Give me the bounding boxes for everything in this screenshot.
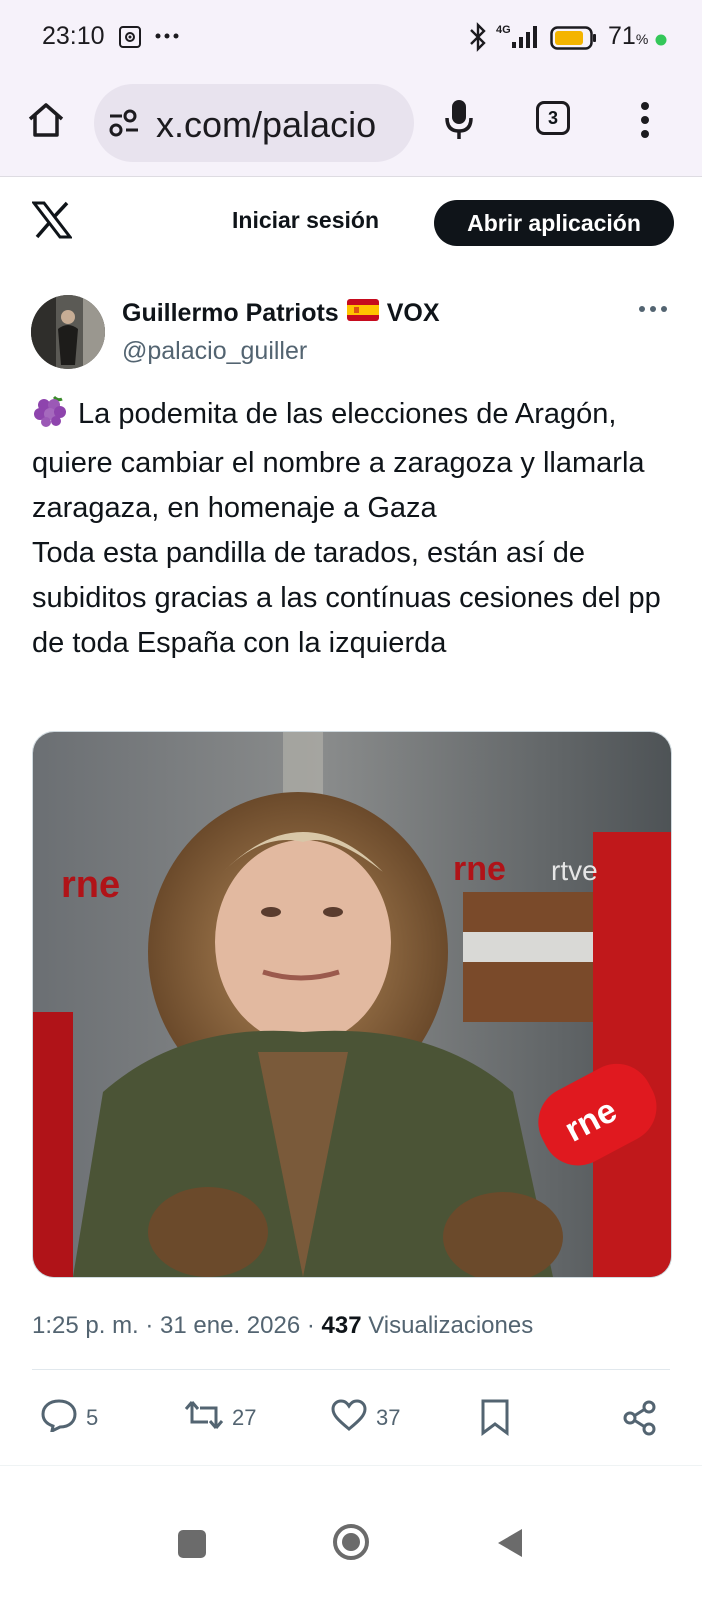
bluetooth-icon	[468, 22, 488, 57]
tweet-image[interactable]: rne rne rtve rne	[32, 731, 672, 1278]
like-button[interactable]: 37	[330, 1398, 400, 1438]
tweet-text: La podemita de las elecciones de Aragón,…	[32, 392, 672, 666]
author-handle[interactable]: @palacio_guiller	[122, 337, 307, 366]
tab-switcher-button[interactable]: 3	[536, 101, 570, 135]
reply-button[interactable]: 5	[40, 1398, 98, 1438]
browser-menu-icon[interactable]	[640, 100, 650, 145]
screen-record-icon	[118, 25, 142, 54]
author-avatar[interactable]	[31, 295, 105, 369]
rne-logo-left: rne	[61, 864, 120, 906]
network-type-label: 4G	[496, 24, 511, 36]
tweet-meta: 1:25 p. m. · 31 ene. 2026 · 437 Visualiz…	[32, 1312, 533, 1340]
site-settings-icon[interactable]	[108, 108, 140, 143]
share-icon[interactable]	[622, 1400, 658, 1441]
home-icon[interactable]	[26, 100, 66, 145]
recents-icon[interactable]	[178, 1530, 206, 1563]
status-bar: 23:10 4G 71%	[0, 0, 702, 78]
tweet-timestamp[interactable]: 1:25 p. m. · 31 ene. 2026 ·	[32, 1312, 322, 1339]
back-icon[interactable]	[496, 1527, 524, 1564]
repost-icon	[184, 1398, 224, 1438]
login-button[interactable]: Iniciar sesión	[232, 207, 379, 234]
grapes-emoji-icon	[32, 395, 68, 441]
battery-percent: 71%	[608, 22, 649, 50]
views-count: 437	[321, 1312, 362, 1339]
more-options-icon[interactable]	[638, 300, 668, 318]
open-app-button[interactable]: Abrir aplicación	[434, 200, 674, 246]
status-time: 23:10	[42, 22, 105, 50]
home-nav-icon[interactable]	[332, 1523, 370, 1566]
reply-icon	[40, 1398, 78, 1438]
bookmark-icon[interactable]	[480, 1398, 510, 1441]
x-logo-icon[interactable]	[30, 201, 74, 244]
battery-icon	[550, 26, 598, 55]
browser-toolbar: x.com/palacio 3	[0, 78, 702, 177]
divider	[32, 1369, 670, 1370]
heart-icon	[330, 1398, 368, 1438]
repost-button[interactable]: 27	[184, 1398, 256, 1438]
url-bar[interactable]: x.com/palacio	[94, 84, 414, 162]
author-name[interactable]: Guillermo Patriots VOX	[122, 299, 440, 328]
more-notifications-icon	[154, 28, 180, 46]
rtve-logo: rtve	[551, 855, 598, 886]
url-text[interactable]: x.com/palacio	[156, 104, 404, 146]
x-header: Iniciar sesión Abrir aplicación	[0, 177, 702, 273]
divider	[0, 1465, 702, 1466]
charging-dot-icon	[655, 33, 667, 51]
android-nav-bar	[0, 1508, 702, 1600]
views-label: Visualizaciones	[361, 1312, 534, 1339]
spain-flag-icon	[346, 299, 379, 328]
signal-icon	[510, 24, 540, 55]
microphone-icon[interactable]	[444, 98, 474, 145]
rne-logo-mid: rne	[453, 850, 506, 888]
